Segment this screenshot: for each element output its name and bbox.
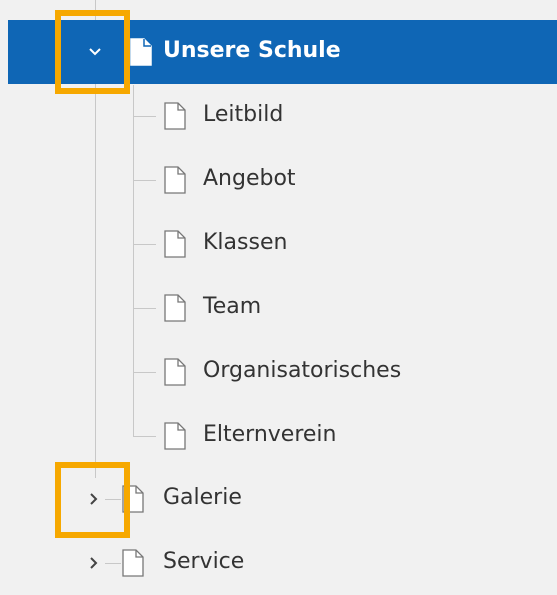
document-icon — [122, 485, 144, 513]
document-icon — [164, 230, 186, 258]
tree-item-label: Elternverein — [203, 422, 337, 447]
tree-item-label: Unsere Schule — [163, 38, 341, 63]
tree-item-label: Klassen — [203, 230, 288, 255]
tree-connector — [134, 372, 156, 373]
document-icon — [164, 358, 186, 386]
tree-connector — [134, 244, 156, 245]
document-icon — [130, 38, 152, 66]
tree-item-label: Leitbild — [203, 102, 284, 127]
document-icon — [164, 166, 186, 194]
tree-item-label: Team — [203, 294, 262, 319]
tree-item-elternverein[interactable]: Elternverein — [0, 404, 557, 468]
document-icon — [164, 422, 186, 450]
tree-item-label: Service — [163, 549, 245, 574]
tree-connector — [105, 563, 121, 564]
chevron-right-icon[interactable] — [83, 488, 105, 510]
tree-item-label: Galerie — [163, 485, 242, 510]
tree-item-service[interactable]: Service — [0, 531, 557, 595]
document-icon — [122, 549, 144, 577]
tree-item-klassen[interactable]: Klassen — [0, 212, 557, 276]
tree-item-unsere-schule[interactable]: Unsere Schule — [8, 20, 557, 84]
tree-item-leitbild[interactable]: Leitbild — [0, 84, 557, 148]
document-icon — [164, 294, 186, 322]
document-icon — [164, 102, 186, 130]
tree-item-galerie[interactable]: Galerie — [0, 467, 557, 531]
tree-item-angebot[interactable]: Angebot — [0, 148, 557, 212]
tree-connector — [134, 308, 156, 309]
chevron-down-icon[interactable] — [84, 41, 106, 63]
page-tree: Unsere Schule Leitbild Angebot Klassen T… — [0, 0, 557, 581]
tree-connector — [134, 116, 156, 117]
tree-item-organisatorisches[interactable]: Organisatorisches — [0, 340, 557, 404]
chevron-right-icon[interactable] — [83, 552, 105, 574]
tree-connector — [134, 436, 156, 437]
tree-item-team[interactable]: Team — [0, 276, 557, 340]
tree-item-label: Angebot — [203, 166, 296, 191]
tree-connector — [134, 180, 156, 181]
tree-connector — [105, 499, 121, 500]
tree-item-label: Organisatorisches — [203, 358, 402, 383]
